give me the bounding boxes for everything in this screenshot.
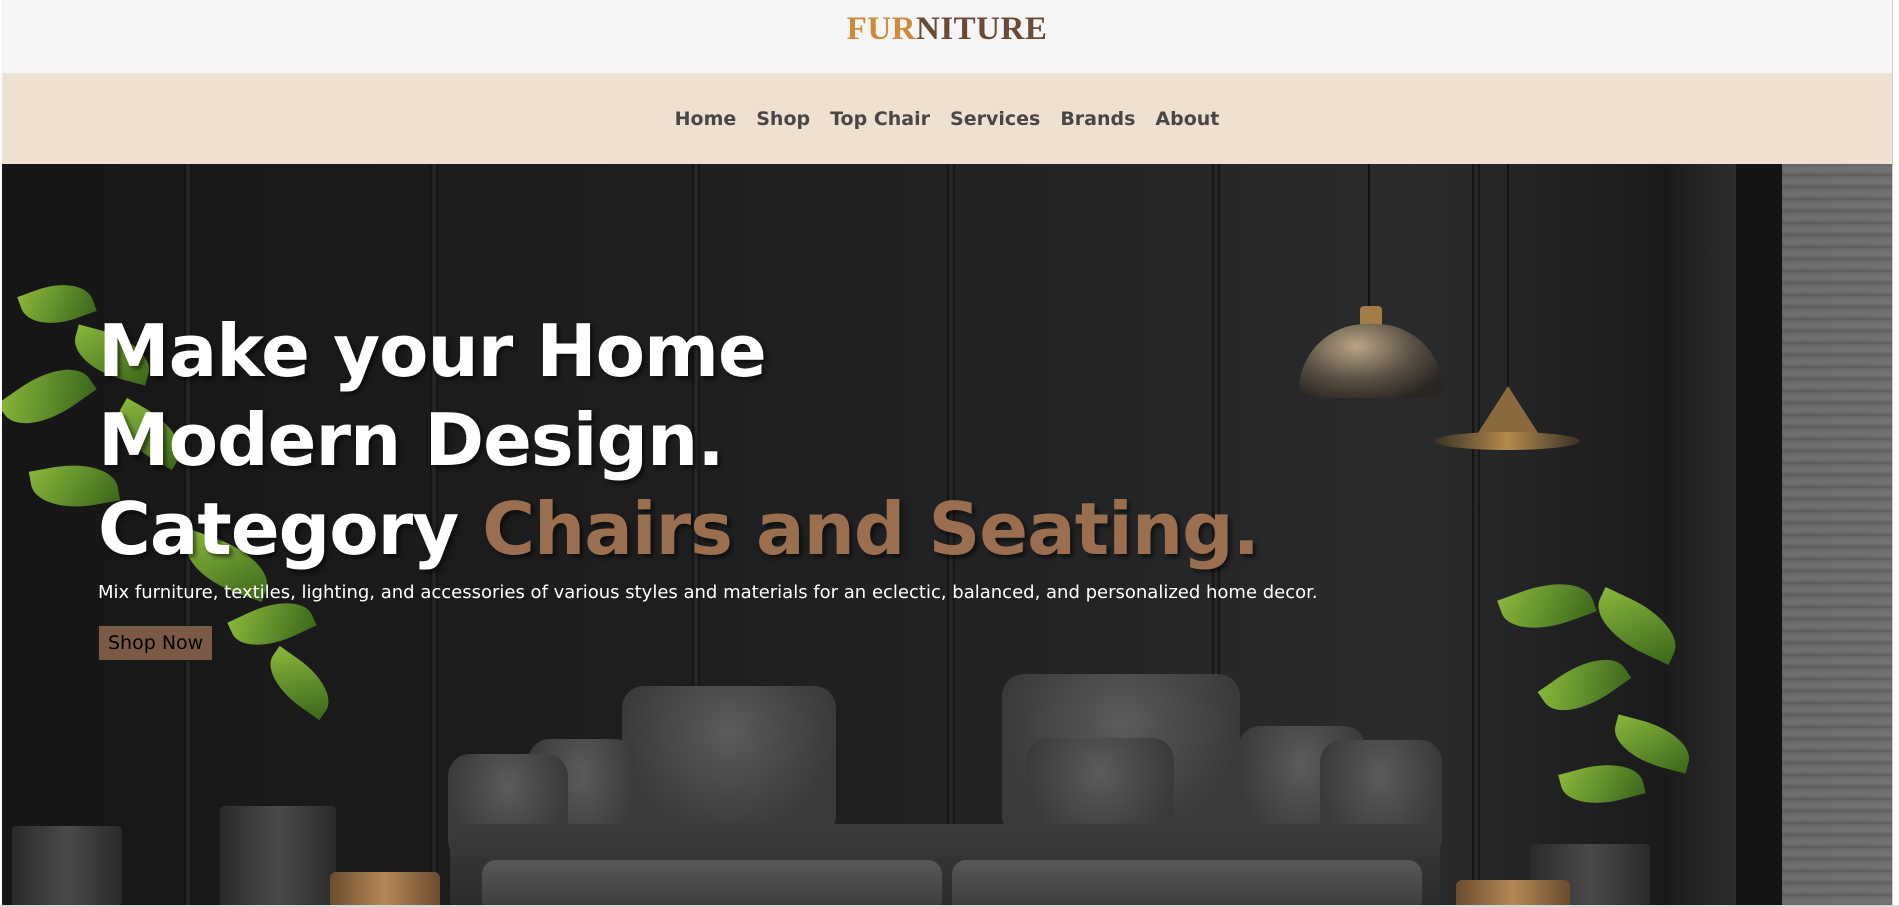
sofa-seat [952, 860, 1422, 905]
nav-item-about[interactable]: About [1155, 108, 1219, 130]
nav-item-services[interactable]: Services [950, 108, 1040, 130]
hero-description: Mix furniture, textiles, lighting, and a… [98, 582, 1318, 603]
side-stool [1456, 880, 1570, 905]
headline-category: Category [98, 487, 459, 571]
logo-bar: FURNITURE [2, 0, 1892, 74]
site-logo[interactable]: FURNITURE [2, 11, 1892, 48]
plant-leaf [1558, 754, 1646, 814]
hero-headline: Make your Home Modern Design. Category C… [98, 307, 1318, 574]
stone-wall [1782, 164, 1892, 905]
nav-item-brands[interactable]: Brands [1060, 108, 1135, 130]
lamp-cord [1507, 164, 1509, 389]
headline-line-1: Make your Home [98, 309, 767, 393]
plant-leaf [1586, 587, 1688, 665]
nav-item-top-chair[interactable]: Top Chair [830, 108, 930, 130]
nav-links: Home Shop Top Chair Services Brands Abou… [2, 108, 1892, 130]
main-navigation: Home Shop Top Chair Services Brands Abou… [2, 74, 1892, 164]
plant-pot [12, 826, 122, 905]
nav-item-home[interactable]: Home [675, 108, 737, 130]
hero-banner: Make your Home Modern Design. Category C… [2, 164, 1892, 905]
plant-leaf [1497, 569, 1597, 643]
headline-line-3: Category Chairs and Seating. [98, 485, 1318, 574]
window-frame [1736, 164, 1782, 905]
side-stool [330, 872, 440, 905]
sofa-cushion [622, 686, 836, 838]
wall-panel-line [1472, 164, 1480, 905]
headline-line-2: Modern Design. [98, 398, 725, 482]
logo-text-fur: FUR [846, 11, 916, 47]
shop-now-button[interactable]: Shop Now [98, 625, 214, 661]
nav-item-shop[interactable]: Shop [756, 108, 810, 130]
pendant-lamp-disc [1434, 432, 1580, 450]
browser-viewport: FURNITURE Home Shop Top Chair Services B… [2, 0, 1893, 905]
plant-leaf [1608, 714, 1696, 774]
headline-category-accent: Chairs and Seating. [482, 487, 1260, 571]
plant-leaf [1537, 643, 1632, 727]
sofa-seat [482, 860, 942, 905]
pendant-lamp-dome [1299, 324, 1443, 398]
plant-pot [220, 806, 336, 905]
pendant-lamp-cone [1476, 386, 1540, 436]
logo-text-niture: NITURE [915, 11, 1048, 47]
lamp-cord [1368, 164, 1370, 309]
hero-content: Make your Home Modern Design. Category C… [98, 307, 1318, 661]
plant-leaf [2, 352, 97, 441]
